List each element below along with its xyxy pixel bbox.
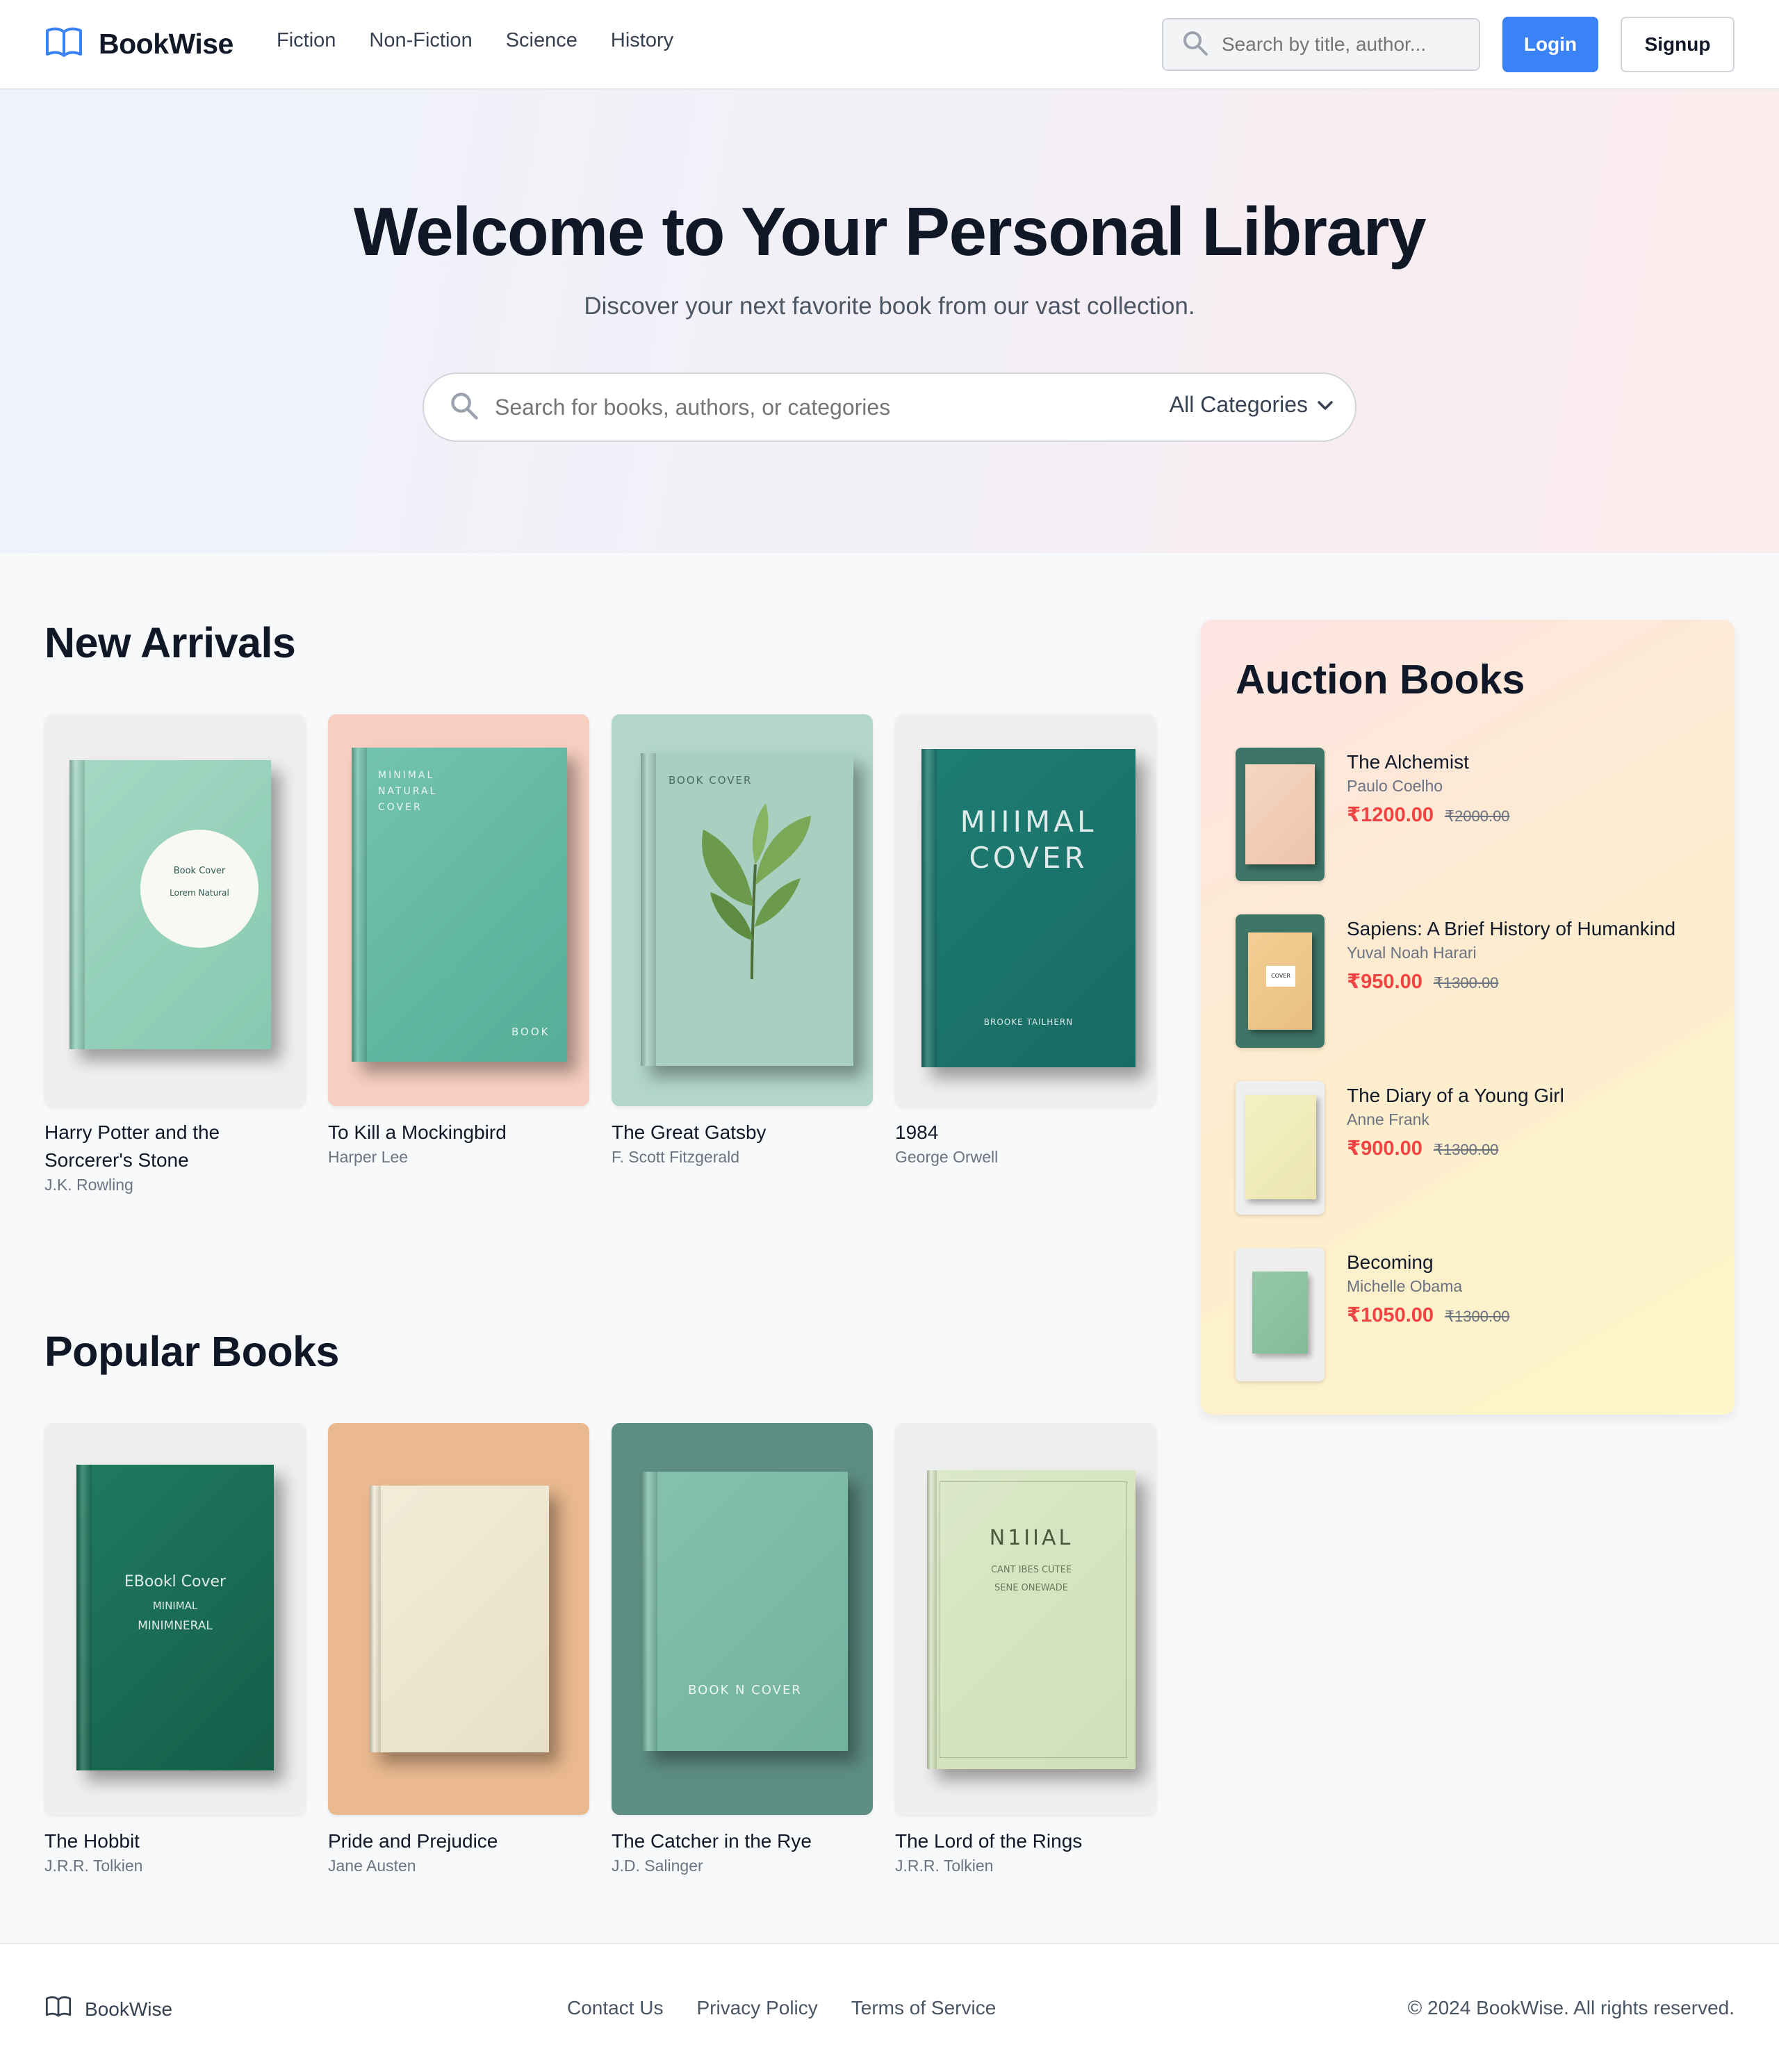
- signup-button[interactable]: Signup: [1621, 17, 1735, 72]
- book-cover-image: EBookl Cover MINIMAL MINIMNERAL: [44, 1423, 306, 1815]
- site-footer: BookWise Contact Us Privacy Policy Terms…: [0, 1943, 1779, 2072]
- header-search-input[interactable]: [1222, 33, 1458, 56]
- book-cover-image: MINIMAL NATURAL COVER BOOK: [328, 714, 589, 1106]
- auction-book-thumbnail: [1236, 748, 1325, 881]
- book-card[interactable]: MINIMAL NATURAL COVER BOOK To Kill a Moc…: [328, 714, 589, 1167]
- auction-item[interactable]: COVER Sapiens: A Brief History of Humank…: [1236, 914, 1708, 1051]
- book-title: The Hobbit: [44, 1830, 140, 1852]
- chevron-down-icon: [1316, 392, 1334, 418]
- book-cover-image: N1IIAL CANT IBES CUTEE SENE ONEWADE: [895, 1423, 1156, 1815]
- book-author: J.D. Salinger: [612, 1857, 703, 1875]
- hero-search-input[interactable]: [495, 394, 1134, 420]
- search-icon: [1181, 29, 1209, 60]
- hero-subtitle: Discover your next favorite book from ou…: [584, 293, 1195, 320]
- site-header: BookWise Fiction Non-Fiction Science His…: [0, 0, 1779, 90]
- book-author: J.R.R. Tolkien: [895, 1857, 994, 1875]
- auction-book-thumbnail: COVER: [1236, 914, 1325, 1048]
- book-title: The Lord of the Rings: [895, 1830, 1083, 1852]
- footer-link-terms[interactable]: Terms of Service: [851, 1997, 997, 2019]
- auction-heading: Auction Books: [1236, 657, 1525, 702]
- nav-fiction[interactable]: Fiction: [277, 29, 336, 52]
- book-card[interactable]: Pride and Prejudice Jane Austen: [328, 1423, 589, 1875]
- popular-books-heading: Popular Books: [44, 1328, 339, 1375]
- brand-logo[interactable]: BookWise: [44, 26, 233, 62]
- hero-search-bar: All Categories: [423, 372, 1356, 442]
- main-nav: Fiction Non-Fiction Science History: [277, 29, 673, 52]
- auction-book-author: Michelle Obama: [1347, 1277, 1463, 1295]
- auction-book-title: The Alchemist: [1347, 751, 1469, 773]
- category-select[interactable]: All Categories: [1170, 392, 1334, 418]
- book-author: F. Scott Fitzgerald: [612, 1148, 740, 1166]
- auction-current-price: ₹1050.00: [1347, 1304, 1434, 1326]
- auction-current-price: ₹950.00: [1347, 971, 1423, 993]
- nav-science[interactable]: Science: [506, 29, 577, 52]
- footer-brand-name: BookWise: [85, 1998, 173, 2020]
- auction-book-author: Yuval Noah Harari: [1347, 944, 1477, 962]
- auction-book-author: Paulo Coelho: [1347, 777, 1443, 795]
- book-cover-image: Book Cover Lorem Natural: [44, 714, 306, 1106]
- auction-current-price: ₹900.00: [1347, 1137, 1423, 1160]
- book-title: 1984: [895, 1121, 939, 1143]
- book-cover-image: [328, 1423, 589, 1815]
- footer-brand[interactable]: BookWise: [44, 1996, 172, 2023]
- book-card[interactable]: Book Cover Lorem Natural Harry Potter an…: [44, 714, 306, 1194]
- hero-title: Welcome to Your Personal Library: [353, 193, 1427, 270]
- auction-book-thumbnail: [1236, 1248, 1325, 1381]
- login-button[interactable]: Login: [1502, 17, 1598, 72]
- auction-original-price: ₹1300.00: [1433, 1141, 1499, 1158]
- header-search: [1162, 18, 1480, 71]
- book-author: Harper Lee: [328, 1148, 409, 1166]
- auction-book-title: Becoming: [1347, 1251, 1434, 1273]
- book-author: Jane Austen: [328, 1857, 416, 1875]
- book-card[interactable]: MIIIMAL COVER BROOKE TAILHERN 1984 Georg…: [895, 714, 1156, 1167]
- nav-non-fiction[interactable]: Non-Fiction: [369, 29, 472, 52]
- footer-copyright: © 2024 BookWise. All rights reserved.: [1407, 1997, 1735, 2018]
- auction-book-author: Anne Frank: [1347, 1110, 1429, 1128]
- nav-history[interactable]: History: [611, 29, 673, 52]
- book-title: The Great Gatsby: [612, 1121, 766, 1143]
- hero-section: Welcome to Your Personal Library Discove…: [0, 90, 1779, 553]
- book-title: To Kill a Mockingbird: [328, 1121, 507, 1143]
- auction-item[interactable]: The Alchemist Paulo Coelho ₹1200.00 ₹200…: [1236, 748, 1708, 884]
- auction-original-price: ₹1300.00: [1433, 974, 1499, 992]
- search-icon: [449, 390, 479, 425]
- auction-book-title: Sapiens: A Brief History of Humankind: [1347, 918, 1676, 939]
- auction-item[interactable]: The Diary of a Young Girl Anne Frank ₹90…: [1236, 1081, 1708, 1217]
- footer-link-privacy[interactable]: Privacy Policy: [697, 1997, 818, 2019]
- book-author: J.R.R. Tolkien: [44, 1857, 143, 1875]
- book-card[interactable]: BOOK N COVER The Catcher in the Rye J.D.…: [612, 1423, 873, 1875]
- book-title: Pride and Prejudice: [328, 1830, 498, 1852]
- book-cover-image: MIIIMAL COVER BROOKE TAILHERN: [895, 714, 1156, 1106]
- open-book-icon: [44, 26, 83, 62]
- book-card[interactable]: EBookl Cover MINIMAL MINIMNERAL The Hobb…: [44, 1423, 306, 1875]
- book-card[interactable]: BOOK COVER The Great Gatsby F. Scott Fit…: [612, 714, 873, 1167]
- book-title: The Catcher in the Rye: [612, 1830, 812, 1852]
- brand-name: BookWise: [99, 28, 233, 60]
- open-book-icon: [44, 1996, 72, 2023]
- auction-current-price: ₹1200.00: [1347, 804, 1434, 826]
- book-author: J.K. Rowling: [44, 1176, 133, 1194]
- book-cover-image: BOOK N COVER: [612, 1423, 873, 1815]
- book-cover-image: BOOK COVER: [612, 714, 873, 1106]
- book-card[interactable]: N1IIAL CANT IBES CUTEE SENE ONEWADE The …: [895, 1423, 1156, 1875]
- auction-original-price: ₹1300.00: [1445, 1308, 1510, 1325]
- auction-item[interactable]: Becoming Michelle Obama ₹1050.00 ₹1300.0…: [1236, 1248, 1708, 1384]
- auction-book-title: The Diary of a Young Girl: [1347, 1085, 1564, 1106]
- auction-panel: Auction Books The Alchemist Paulo Coelho…: [1201, 620, 1735, 1415]
- auction-original-price: ₹2000.00: [1445, 807, 1510, 825]
- footer-link-contact[interactable]: Contact Us: [567, 1997, 664, 2019]
- book-author: George Orwell: [895, 1148, 999, 1166]
- book-title: Harry Potter and the Sorcerer's Stone: [44, 1121, 220, 1171]
- auction-book-thumbnail: [1236, 1081, 1325, 1215]
- footer-links: Contact Us Privacy Policy Terms of Servi…: [567, 1997, 996, 2019]
- category-select-value: All Categories: [1169, 392, 1308, 417]
- new-arrivals-heading: New Arrivals: [44, 619, 296, 666]
